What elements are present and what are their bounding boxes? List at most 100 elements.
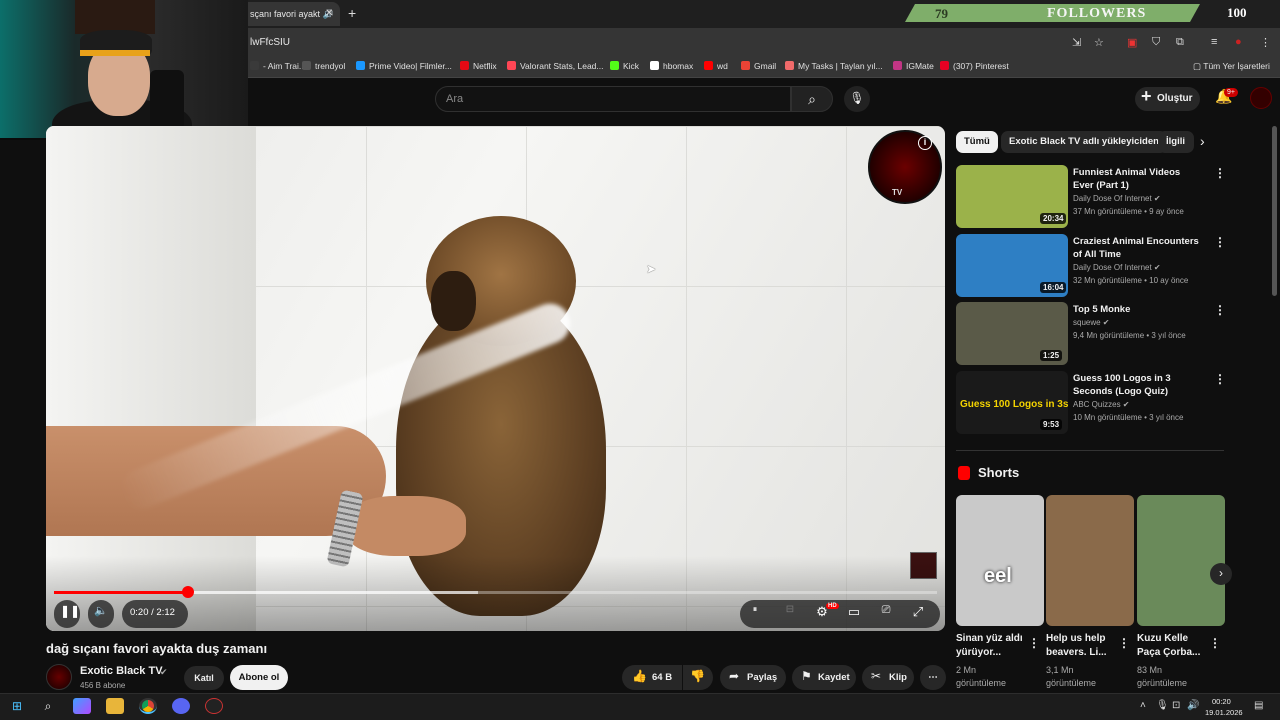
bookmark-item[interactable]: Prime Video| Filmler... [356, 61, 452, 71]
cast-icon[interactable]: ⎚ [878, 604, 894, 617]
info-icon[interactable]: i [918, 136, 932, 150]
all-bookmarks[interactable]: ▢ Tüm Yer İşaretleri [1193, 61, 1270, 72]
recommendation-channel[interactable]: squewe [1073, 318, 1101, 327]
short-views: 83 Mn [1137, 665, 1163, 675]
recommendation-title[interactable]: Top 5 Monke [1073, 303, 1203, 316]
recommendation-title[interactable]: Guess 100 Logos in 3 Seconds (Logo Quiz) [1073, 372, 1203, 398]
more-options-icon[interactable]: ⋮ [1214, 166, 1226, 180]
short-title[interactable]: Kuzu Kelle Paça Çorba... [1137, 632, 1212, 660]
url-text[interactable]: lwFfcSIU [250, 37, 290, 48]
fullscreen-icon[interactable]: ⤢ [910, 604, 926, 620]
file-explorer-icon[interactable] [106, 698, 124, 714]
menu-dots-icon[interactable]: ⋮ [1260, 36, 1271, 49]
join-button[interactable]: Katıl [184, 666, 224, 690]
bookmark-favicon-icon [704, 61, 713, 70]
short-thumbnail[interactable] [1046, 495, 1134, 626]
search-input[interactable]: Ara [435, 86, 791, 112]
bookmark-item[interactable]: Valorant Stats, Lead... [507, 61, 603, 71]
puzzle-icon[interactable]: ⧉ [1176, 36, 1184, 49]
more-options-icon[interactable]: ⋮ [1214, 303, 1226, 317]
marmot-snout [431, 271, 476, 331]
bookmark-item[interactable]: My Tasks | Taylan yıl... [785, 61, 883, 71]
chip-all[interactable]: Tümü [956, 131, 998, 153]
extension-icon[interactable]: ▣ [1127, 36, 1137, 49]
recommendation-channel[interactable]: Daily Dose Of Internet [1073, 194, 1152, 203]
copilot-icon[interactable] [73, 698, 91, 714]
theater-mode-icon[interactable]: ▭ [846, 604, 862, 620]
autoplay-toggle-icon[interactable]: ⏸ [748, 604, 762, 615]
more-options-icon[interactable]: ⋮ [1214, 235, 1226, 249]
subtitles-icon[interactable]: ⊟ [782, 604, 798, 615]
network-icon[interactable]: ⊡ [1172, 700, 1180, 711]
bookmark-item[interactable]: Netflix [460, 61, 497, 71]
tray-mic-icon[interactable]: 🎙 [1156, 700, 1169, 711]
bookmark-item[interactable]: - Aim Trai... [250, 61, 306, 71]
search-button[interactable]: ⌕ [791, 86, 833, 112]
subscribe-button[interactable]: Abone ol [230, 665, 288, 690]
cap-brim [80, 50, 150, 56]
bookmark-item[interactable]: Kick [610, 61, 639, 71]
bookmark-item[interactable]: (307) Pinterest [940, 61, 1009, 71]
shorts-next-button[interactable]: › [1210, 563, 1232, 585]
scrollbar[interactable] [1272, 126, 1277, 296]
verified-icon: ✔ [1120, 400, 1130, 409]
bookmark-item[interactable]: IGMate [893, 61, 934, 71]
pause-icon: ❚❚ [60, 604, 81, 618]
bookmark-item[interactable]: trendyol [302, 61, 345, 71]
tray-chevron-icon[interactable]: ˄ [1140, 700, 1146, 711]
install-icon[interactable]: ⇲ [1072, 36, 1081, 49]
short-thumbnail[interactable] [1137, 495, 1225, 626]
clock-date[interactable]: 19.01.2026 [1205, 708, 1243, 717]
channel-name[interactable]: Exotic Black TV [80, 665, 163, 677]
bookmark-item[interactable]: Gmail [741, 61, 776, 71]
followers-count: 79 [935, 6, 948, 21]
duration-badge: 20:34 [1040, 213, 1067, 224]
media-icon[interactable]: ≡ [1211, 36, 1217, 48]
short-title[interactable]: Help us help beavers. Li... [1046, 632, 1121, 660]
recommendation-title[interactable]: Funniest Animal Videos Ever (Part 1) [1073, 166, 1203, 192]
bookmark-label: Gmail [754, 61, 777, 71]
more-options-icon[interactable]: ⋮ [1118, 636, 1130, 650]
more-options-icon[interactable]: ⋮ [1214, 372, 1226, 386]
recommendation-channel[interactable]: ABC Quizzes [1073, 400, 1121, 409]
clock-time[interactable]: 00:20 [1212, 697, 1231, 706]
all-bookmarks-label: Tüm Yer İşaretleri [1203, 61, 1270, 71]
obs-icon[interactable] [205, 698, 223, 714]
windows-start-icon[interactable]: ⊞ [8, 698, 26, 714]
mouse-cursor-icon: ➤ [646, 262, 657, 276]
chip-related[interactable]: İlgili [1158, 131, 1194, 153]
voice-search-button[interactable]: 🎙 [844, 86, 870, 112]
close-tab-icon[interactable]: ✕ [325, 8, 333, 19]
short-views-label: görüntüleme [956, 678, 1007, 688]
chevron-right-icon[interactable]: › [1200, 133, 1205, 149]
video-player[interactable]: TV i ❚❚ 🔈 0:20 / 2:12 ⏸ ⊟ ⚙ HD ▭ ⎚ ⤢ [46, 126, 945, 631]
bookmark-item[interactable]: hbomax [650, 61, 693, 71]
speaker-icon[interactable]: 🔊 [1187, 700, 1199, 711]
bookmark-label: Netflix [473, 61, 497, 71]
bookmark-favicon-icon [610, 61, 619, 70]
shield-icon[interactable]: ⛉ [1152, 36, 1160, 49]
discord-icon[interactable] [172, 698, 190, 714]
short-thumbnail[interactable]: eel [956, 495, 1044, 626]
notification-center-icon[interactable]: ▤ [1254, 700, 1263, 711]
recommendation-channel[interactable]: Daily Dose Of Internet [1073, 263, 1152, 272]
short-title[interactable]: Sinan yüz aldı yürüyor... [956, 632, 1031, 660]
account-avatar[interactable] [1250, 87, 1272, 109]
bookmark-favicon-icon [785, 61, 794, 70]
search-taskbar-icon[interactable]: ⌕ [39, 698, 57, 714]
like-button[interactable]: 64 B [622, 665, 682, 690]
profile-icon[interactable]: ● [1235, 36, 1242, 48]
channel-avatar[interactable] [46, 664, 72, 690]
clip-button[interactable]: Klip [862, 665, 914, 690]
chrome-icon[interactable] [139, 698, 157, 714]
more-actions-button[interactable]: ⋯ [920, 665, 946, 690]
more-options-icon[interactable]: ⋮ [1209, 636, 1221, 650]
chip-channel[interactable]: Exotic Black TV adlı yükleyiciden [1001, 131, 1167, 153]
more-options-icon[interactable]: ⋮ [1028, 636, 1040, 650]
star-icon[interactable]: ☆ [1094, 36, 1104, 49]
time-text: 0:20 / 2:12 [130, 607, 175, 618]
bookmark-item[interactable]: wd [704, 61, 728, 71]
search-icon: ⌕ [808, 91, 816, 107]
new-tab-icon[interactable]: + [348, 5, 356, 21]
recommendation-title[interactable]: Craziest Animal Encounters of All Time [1073, 235, 1203, 261]
